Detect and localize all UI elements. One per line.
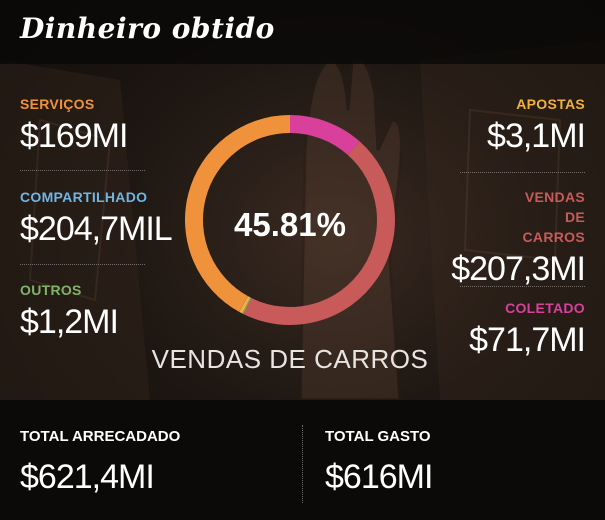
donut-segment-name: VENDAS DE CARROS (151, 344, 429, 374)
stat-bets-label: APOSTAS (516, 96, 585, 112)
divider (460, 172, 585, 174)
footer-divider (302, 425, 303, 503)
stat-collected-label: COLETADO (505, 300, 585, 316)
stat-collected[interactable]: COLETADO $71,7MI (435, 298, 586, 360)
panel-title: Dinheiro obtido (20, 12, 275, 45)
divider (20, 170, 145, 172)
total-spent-value: $616MI (325, 458, 433, 496)
money-earned-panel: Dinheiro obtido SERVIÇOS $169MI COMPARTI… (0, 0, 605, 520)
stat-shared[interactable]: COMPARTILHADO $204,7MIL (20, 187, 173, 249)
stat-services-value: $169MI (20, 117, 128, 155)
stat-car-sales-value: $207,3MI (451, 250, 586, 288)
stat-others[interactable]: OUTROS $1,2MI (20, 280, 119, 342)
stat-car-sales[interactable]: VENDAS DE CARROS $207,3MI (435, 187, 586, 289)
header-bar: Dinheiro obtido (0, 0, 605, 64)
donut-slice-outros[interactable] (242, 297, 252, 315)
total-collected-value: $621,4MI (20, 458, 155, 496)
total-spent-label: TOTAL GASTO (325, 428, 431, 445)
donut-percent: 45.81% (234, 206, 346, 243)
stat-shared-label: COMPARTILHADO (20, 189, 148, 205)
stat-collected-value: $71,7MI (469, 321, 586, 359)
stat-others-value: $1,2MI (20, 303, 119, 341)
donut-slice-apostas[interactable] (239, 296, 251, 314)
stat-bets-value: $3,1MI (487, 117, 586, 155)
stat-shared-value: $204,7MIL (20, 210, 173, 248)
stat-others-label: OUTROS (20, 282, 82, 298)
stat-bets[interactable]: APOSTAS $3,1MI (435, 94, 586, 156)
totals-footer: TOTAL ARRECADADO $621,4MI TOTAL GASTO $6… (0, 400, 605, 520)
total-collected-label: TOTAL ARRECADADO (20, 428, 181, 445)
donut-slice-coletado[interactable] (289, 115, 360, 156)
stat-services[interactable]: SERVIÇOS $169MI (20, 94, 128, 156)
divider (20, 264, 145, 266)
stat-car-sales-label: VENDAS DE CARROS (522, 189, 585, 245)
stat-services-label: SERVIÇOS (20, 96, 95, 112)
divider (460, 286, 585, 288)
